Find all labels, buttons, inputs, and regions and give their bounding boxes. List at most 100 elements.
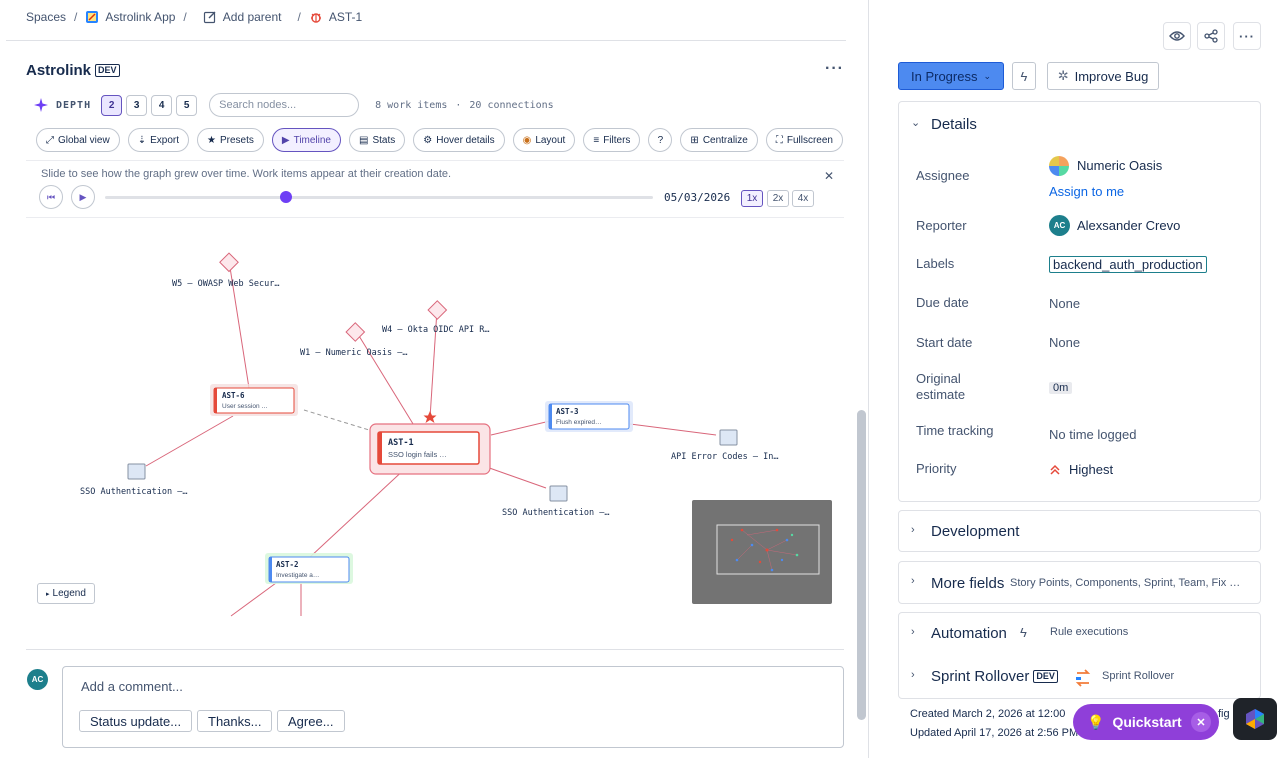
timeline-slider[interactable] bbox=[105, 191, 653, 203]
layout-label: Layout bbox=[535, 134, 566, 146]
assignee-value[interactable]: Numeric Oasis bbox=[1077, 158, 1162, 173]
search-nodes-input[interactable]: Search nodes... bbox=[209, 93, 360, 117]
fullscreen-button[interactable]: ⛶ Fullscreen bbox=[765, 128, 843, 152]
watch-icon[interactable] bbox=[1163, 22, 1191, 50]
main-scrollbar[interactable] bbox=[857, 410, 866, 720]
node-key-ast1: AST-1 bbox=[388, 438, 414, 448]
start-date-value[interactable]: None bbox=[1049, 335, 1080, 350]
help-button[interactable]: ? bbox=[648, 128, 673, 152]
speed-4x-button[interactable]: 4x bbox=[792, 190, 814, 207]
close-icon[interactable]: ✕ bbox=[824, 169, 834, 183]
breadcrumb-spaces[interactable]: Spaces bbox=[26, 10, 66, 24]
assign-to-me-link[interactable]: Assign to me bbox=[1049, 184, 1124, 199]
breadcrumb-issue-key[interactable]: AST-1 bbox=[329, 10, 362, 24]
due-date-value[interactable]: None bbox=[1049, 296, 1080, 311]
stat-separator: · bbox=[455, 99, 462, 111]
issue-sidebar: ··· In Progress ⌄ ϟ ✲ Improve Bug ⌄ Deta… bbox=[869, 0, 1280, 758]
minimap-nodes bbox=[730, 528, 799, 572]
depth-2-button[interactable]: 2 bbox=[101, 94, 123, 116]
export-button[interactable]: ⇣ Export bbox=[127, 128, 189, 152]
graph-minimap[interactable] bbox=[692, 500, 832, 604]
graph-node-w5[interactable]: W5 – OWASP Web Secur… bbox=[172, 252, 279, 289]
quick-reply-status-update[interactable]: Status update... bbox=[79, 710, 193, 732]
quick-reply-thanks[interactable]: Thanks... bbox=[197, 710, 273, 732]
edge-ast1-sso-right bbox=[480, 464, 547, 489]
edge-ast2-out-a bbox=[230, 582, 277, 617]
automation-heading[interactable]: Automation bbox=[931, 625, 1007, 642]
details-heading[interactable]: Details bbox=[931, 116, 977, 133]
project-icon bbox=[86, 11, 99, 23]
download-icon: ⇣ bbox=[137, 134, 147, 146]
graph-toolbar: ⤢ Global view ⇣ Export ★ Presets ▶ Timeline … bbox=[36, 128, 843, 152]
breadcrumb-project[interactable]: Astrolink App bbox=[105, 10, 175, 24]
quick-reply-agree[interactable]: Agree... bbox=[277, 710, 345, 732]
node-key-ast2: AST-2 bbox=[276, 560, 299, 569]
edge-ast6-sso-left bbox=[145, 415, 234, 467]
timeline-slider-handle[interactable] bbox=[279, 191, 292, 203]
stats-button[interactable]: ▤ Stats bbox=[349, 128, 406, 152]
automation-card: › Automation ϟ Rule executions › Sprint … bbox=[898, 612, 1261, 699]
graph-node-api-error-codes[interactable]: API Error Codes – In… bbox=[671, 429, 778, 462]
automation-bolt-button[interactable]: ϟ bbox=[1012, 62, 1036, 90]
hover-details-button[interactable]: ⚙ Hover details bbox=[413, 128, 505, 152]
chevron-down-icon[interactable]: ⌄ bbox=[911, 116, 920, 129]
timeline-button[interactable]: ▶ Timeline bbox=[271, 128, 341, 152]
more-fields-card[interactable]: › More fields Story Points, Components, … bbox=[898, 561, 1261, 604]
sprint-rollover-title: Sprint Rollover bbox=[931, 668, 1030, 685]
improve-bug-button[interactable]: ✲ Improve Bug bbox=[1047, 62, 1159, 90]
label-chip[interactable]: backend_auth_production bbox=[1049, 256, 1207, 273]
more-icon[interactable]: ··· bbox=[1233, 22, 1261, 50]
rule-executions-label[interactable]: Rule executions bbox=[1050, 626, 1128, 638]
speed-1x-button[interactable]: 1x bbox=[741, 190, 763, 207]
legend-toggle[interactable]: ▸ Legend bbox=[37, 583, 95, 604]
original-estimate-value[interactable]: 0m bbox=[1049, 379, 1073, 394]
hover-details-label: Hover details bbox=[436, 134, 495, 146]
more-actions-icon[interactable]: ··· bbox=[825, 60, 844, 78]
presets-button[interactable]: ★ Presets bbox=[197, 128, 264, 152]
estimate-label-line1: Original bbox=[916, 371, 961, 386]
graph-node-ast2[interactable]: AST-2 Investigate a… bbox=[265, 553, 353, 584]
edge-w1-ast1 bbox=[355, 330, 419, 433]
layout-button[interactable]: ◉ Layout bbox=[512, 128, 576, 152]
assistant-logo-button[interactable] bbox=[1233, 698, 1277, 740]
graph-node-sso-auth-right[interactable]: SSO Authentication –… bbox=[502, 485, 609, 518]
app-title: Astrolink bbox=[26, 62, 92, 79]
rewind-button[interactable]: ⏮ bbox=[39, 185, 63, 209]
status-dropdown[interactable]: In Progress ⌄ bbox=[898, 62, 1004, 90]
graph-node-ast6[interactable]: AST-6 User session … bbox=[210, 384, 298, 416]
development-card[interactable]: › Development bbox=[898, 510, 1261, 552]
share-icon[interactable] bbox=[1197, 22, 1225, 50]
chevron-down-icon: ⌄ bbox=[983, 70, 992, 81]
sprint-rollover-heading[interactable]: Sprint Rollover DEV bbox=[931, 668, 1058, 685]
graph-node-ast1[interactable]: AST-1 SSO login fails … bbox=[369, 423, 491, 475]
reporter-value[interactable]: Alexsander Crevo bbox=[1077, 218, 1180, 233]
chevron-right-icon[interactable]: › bbox=[911, 626, 915, 638]
close-icon[interactable]: ✕ bbox=[1191, 712, 1211, 732]
speed-2x-button[interactable]: 2x bbox=[767, 190, 789, 207]
depth-3-button[interactable]: 3 bbox=[126, 94, 148, 116]
graph-node-ast3[interactable]: AST-3 Flush expired… bbox=[545, 401, 633, 432]
assignee-label: Assignee bbox=[916, 168, 970, 183]
depth-5-button[interactable]: 5 bbox=[176, 94, 198, 116]
play-button[interactable]: ▶ bbox=[71, 185, 95, 209]
quickstart-button[interactable]: 💡 Quickstart ✕ bbox=[1073, 704, 1219, 740]
comment-input[interactable]: Add a comment... Status update... Thanks… bbox=[62, 666, 844, 748]
node-label-w1: W1 – Numeric Oasis –… bbox=[300, 348, 407, 358]
node-label-api-codes: API Error Codes – In… bbox=[671, 452, 778, 462]
global-view-label: Global view bbox=[58, 134, 110, 146]
comment-divider bbox=[26, 649, 844, 650]
graph-node-w4[interactable]: W4 – Okta OIDC API R… bbox=[382, 300, 489, 335]
priority-label: Priority bbox=[916, 461, 957, 476]
depth-4-button[interactable]: 4 bbox=[151, 94, 173, 116]
global-view-button[interactable]: ⤢ Global view bbox=[36, 128, 120, 152]
centralize-button[interactable]: ⊞ Centralize bbox=[680, 128, 758, 152]
node-label-sso-right: SSO Authentication –… bbox=[502, 508, 609, 518]
filters-button[interactable]: ≡ Filters bbox=[583, 128, 641, 152]
add-parent-link[interactable]: Add parent bbox=[223, 10, 282, 24]
priority-value[interactable]: Highest bbox=[1049, 462, 1113, 477]
labels-value[interactable]: backend_auth_production bbox=[1049, 256, 1207, 273]
chevron-right-icon[interactable]: › bbox=[911, 669, 915, 681]
more-fields-hint: Story Points, Components, Sprint, Team, … bbox=[1010, 577, 1241, 589]
time-tracking-value[interactable]: No time logged bbox=[1049, 427, 1136, 442]
graph-node-sso-auth-left[interactable]: SSO Authentication –… bbox=[80, 463, 187, 497]
